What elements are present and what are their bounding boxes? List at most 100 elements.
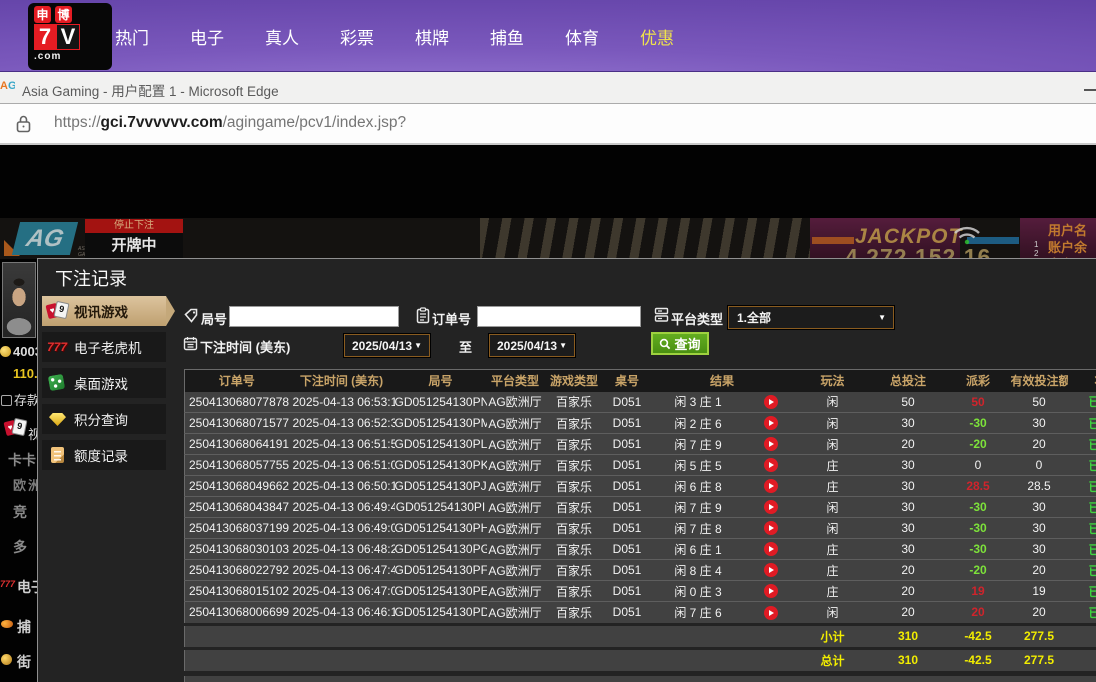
cell-platform: AG欧洲厅: [486, 475, 544, 497]
sidebar-video-games[interactable]: 视: [0, 417, 41, 443]
sidebar-item-1[interactable]: 电子老虎机: [42, 332, 166, 362]
arcade-menu[interactable]: 街: [1, 652, 31, 672]
nav-item-3[interactable]: 彩票: [340, 24, 374, 49]
replay-play-button[interactable]: [763, 563, 778, 578]
replay-play-button[interactable]: [763, 458, 778, 473]
col-header-9: 派彩: [945, 369, 1011, 392]
nav-item-4[interactable]: 棋牌: [415, 24, 449, 49]
user-label: 用户名: [1048, 223, 1088, 238]
replay-play-button[interactable]: [763, 416, 778, 431]
cell-valid-bet: 50: [1010, 391, 1068, 413]
cell-status: 已派彩: [1067, 433, 1096, 455]
cell-status: 已派彩: [1067, 517, 1096, 539]
cell-table-no: D051: [604, 412, 650, 434]
replay-play-button[interactable]: [763, 605, 778, 620]
url-path: /agingame/pcv1/index.jsp?: [222, 114, 407, 131]
logo-suffix: .com: [34, 51, 62, 62]
records-table: 订单号下注时间 (美东)局号平台类型游戏类型桌号结果玩法总投注派彩有效投注额状态…: [184, 369, 1096, 623]
cell-game-type: 百家乐: [543, 391, 605, 413]
cell-valid-bet: 30: [1010, 517, 1068, 539]
dealing-status: 开牌中: [85, 233, 183, 259]
minimize-button[interactable]: [1084, 89, 1096, 91]
coin-icon: [0, 346, 11, 357]
cell-play-type: 闲: [794, 517, 871, 539]
cell-play-type: 庄: [794, 559, 871, 581]
cell-total-bet: 30: [870, 496, 946, 518]
cell-valid-bet: 30: [1010, 538, 1068, 560]
subtotal-label: 小计: [794, 625, 871, 647]
cell-replay: [746, 580, 795, 602]
cell-valid-bet: 28.5: [1010, 475, 1068, 497]
cell-replay: [746, 559, 795, 581]
cell-platform: AG欧洲厅: [486, 391, 544, 413]
col-header-10: 有效投注额: [1010, 369, 1068, 392]
date-to-select[interactable]: 2025/04/13 ▼: [488, 333, 576, 358]
cell-replay: [746, 496, 795, 518]
cell-payout: -30: [945, 517, 1011, 539]
search-icon: [660, 338, 671, 349]
replay-play-button[interactable]: [763, 479, 778, 494]
fishing-menu[interactable]: 捕: [1, 617, 31, 637]
table-seat-digits: 12: [1034, 240, 1039, 258]
cell-replay: [746, 538, 795, 560]
col-header-3: 平台类型: [486, 369, 544, 392]
subtotal-bet: 310: [870, 625, 946, 647]
lock-icon: [16, 115, 31, 133]
site-logo[interactable]: 申 博 7 V .com: [28, 3, 112, 70]
order-label: 订单号: [432, 312, 472, 327]
cell-payout: -30: [945, 496, 1011, 518]
cell-bet-time: 2025-04-13 06:51:50: [288, 433, 395, 455]
cell-payout: 28.5: [945, 475, 1011, 497]
cell-total-bet: 20: [870, 580, 946, 602]
url-text[interactable]: https://gci.7vvvvvv.com/agingame/pcv1/in…: [54, 114, 406, 132]
replay-play-button[interactable]: [763, 584, 778, 599]
round-label: 局号: [201, 312, 228, 327]
chevron-down-icon: ▼: [559, 341, 567, 350]
deposit-button[interactable]: 存款: [1, 390, 40, 409]
browser-titlebar: AG Asia Gaming - 用户配置 1 - Microsoft Edge: [0, 72, 1096, 104]
cell-result: 闲 3 庄 1: [649, 391, 747, 413]
nav-item-6[interactable]: 体育: [565, 24, 599, 49]
date-from-select[interactable]: 2025/04/13 ▼: [343, 333, 431, 358]
cell-total-bet: 30: [870, 538, 946, 560]
sidebar-item-label: 桌面游戏: [74, 377, 128, 392]
replay-play-button[interactable]: [763, 542, 778, 557]
sidebar-item-4[interactable]: 额度记录: [42, 440, 166, 470]
ag-logo-text: AG: [11, 222, 79, 255]
cell-platform: AG欧洲厅: [486, 433, 544, 455]
cell-platform: AG欧洲厅: [486, 580, 544, 602]
nav-item-1[interactable]: 电子: [190, 24, 224, 49]
nav-item-0[interactable]: 热门: [115, 24, 149, 49]
replay-play-button[interactable]: [763, 437, 778, 452]
header-row: 订单号下注时间 (美东)局号平台类型游戏类型桌号结果玩法总投注派彩有效投注额状态: [184, 369, 1096, 392]
query-button[interactable]: 查询: [651, 332, 709, 355]
sidebar-item-0[interactable]: 视讯游戏: [42, 296, 175, 326]
sidebar-item-2[interactable]: 桌面游戏: [42, 368, 166, 398]
cell-replay: [746, 412, 795, 434]
nav-item-2[interactable]: 真人: [265, 24, 299, 49]
cell-status: 已派彩: [1067, 391, 1096, 413]
replay-play-button[interactable]: [763, 395, 778, 410]
table-row: 250413068064191 2025-04-13 06:51:50 GD0512…: [184, 433, 1096, 455]
cell-platform: AG欧洲厅: [486, 559, 544, 581]
sidebar-item-3[interactable]: 积分查询: [42, 404, 166, 434]
nav-item-5[interactable]: 捕鱼: [490, 24, 524, 49]
modal-sidebar: 视讯游戏电子老虎机桌面游戏积分查询额度记录: [42, 296, 178, 476]
date-to-value: 2025/04/13: [497, 338, 558, 353]
col-header-1: 下注时间 (美东): [288, 369, 395, 392]
platform-list-icon: [654, 307, 669, 323]
order-input[interactable]: [477, 306, 641, 327]
replay-play-button[interactable]: [763, 500, 778, 515]
cell-table-no: D051: [604, 538, 650, 560]
nav-item-7[interactable]: 优惠: [640, 24, 674, 49]
cell-replay: [746, 601, 795, 623]
cell-order-id: 250413068037199: [184, 517, 289, 539]
url-bar[interactable]: https://gci.7vvvvvv.com/agingame/pcv1/in…: [0, 104, 1096, 145]
cell-bet-time: 2025-04-13 06:49:44: [288, 496, 395, 518]
cell-table-no: D051: [604, 433, 650, 455]
total-table: 总计 310 -42.5 277.5: [184, 649, 1096, 671]
replay-play-button[interactable]: [763, 521, 778, 536]
round-input[interactable]: [229, 306, 399, 327]
platform-select[interactable]: 1.全部 ▼: [727, 305, 895, 330]
cell-order-id: 250413068030103: [184, 538, 289, 560]
